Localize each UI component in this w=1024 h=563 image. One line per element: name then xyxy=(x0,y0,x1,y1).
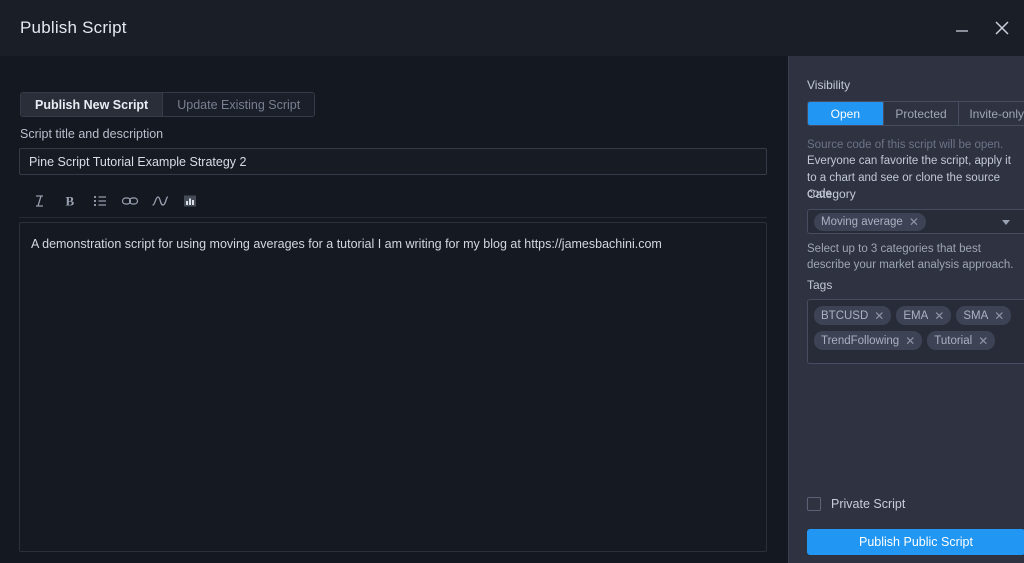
tag-chip-label: SMA xyxy=(963,310,988,322)
tag-chip-label: BTCUSD xyxy=(821,310,868,322)
bold-icon[interactable]: B xyxy=(57,188,83,214)
category-help-text: Select up to 3 categories that best desc… xyxy=(807,241,1019,274)
private-script-row[interactable]: Private Script xyxy=(807,497,905,511)
italic-icon[interactable] xyxy=(27,188,53,214)
page-title: Publish Script xyxy=(20,18,127,38)
link-icon[interactable] xyxy=(117,188,143,214)
tab-publish-new-script[interactable]: Publish New Script xyxy=(21,93,162,116)
visibility-help-dim-line: Source code of this script will be open. xyxy=(807,137,1023,153)
private-script-label: Private Script xyxy=(831,497,905,511)
visibility-option-protected[interactable]: Protected xyxy=(883,102,959,125)
category-label: Category xyxy=(807,187,856,201)
publish-script-dialog: Publish Script Publish New Script Update… xyxy=(0,0,1024,563)
minimize-icon[interactable] xyxy=(948,14,976,42)
chart-icon[interactable] xyxy=(177,188,203,214)
tag-chip-remove-icon[interactable]: ✕ xyxy=(905,335,915,347)
main-content: Publish New Script Update Existing Scrip… xyxy=(0,56,788,563)
script-title-label: Script title and description xyxy=(20,127,163,141)
tag-chip: Tutorial ✕ xyxy=(927,331,995,350)
tag-chip: BTCUSD ✕ xyxy=(814,306,891,325)
trend-line-icon[interactable] xyxy=(147,188,173,214)
tags-label: Tags xyxy=(807,278,832,292)
visibility-option-invite-only[interactable]: Invite-only xyxy=(958,102,1024,125)
category-select[interactable]: Moving average ✕ xyxy=(807,209,1024,234)
visibility-segmented-control: Open Protected Invite-only xyxy=(807,101,1024,126)
tab-bar: Publish New Script Update Existing Scrip… xyxy=(20,92,315,117)
settings-panel: Visibility Open Protected Invite-only So… xyxy=(788,56,1024,563)
script-description-text: A demonstration script for using moving … xyxy=(31,237,662,251)
category-chip-remove-icon[interactable]: ✕ xyxy=(909,216,919,228)
tag-chip-remove-icon[interactable]: ✕ xyxy=(994,310,1004,322)
tag-chip-label: Tutorial xyxy=(934,335,972,347)
category-chip: Moving average ✕ xyxy=(814,213,926,231)
title-bar: Publish Script xyxy=(0,0,1024,56)
tag-chip-label: TrendFollowing xyxy=(821,335,899,347)
chevron-down-icon[interactable] xyxy=(1002,220,1010,225)
private-script-checkbox[interactable] xyxy=(807,497,821,511)
svg-text:B: B xyxy=(66,193,75,208)
bullet-list-icon[interactable] xyxy=(87,188,113,214)
tag-chip: TrendFollowing ✕ xyxy=(814,331,922,350)
visibility-label: Visibility xyxy=(807,78,850,92)
tag-chip-remove-icon[interactable]: ✕ xyxy=(874,310,884,322)
script-description-textarea[interactable]: A demonstration script for using moving … xyxy=(19,222,767,552)
tag-chip: SMA ✕ xyxy=(956,306,1011,325)
tag-chip-remove-icon[interactable]: ✕ xyxy=(934,310,944,322)
close-icon[interactable] xyxy=(988,14,1016,42)
editor-toolbar: B xyxy=(19,184,767,218)
tag-chip-remove-icon[interactable]: ✕ xyxy=(978,335,988,347)
publish-public-script-button[interactable]: Publish Public Script xyxy=(807,529,1024,555)
script-title-input[interactable] xyxy=(19,148,767,175)
category-chip-label: Moving average xyxy=(821,216,903,228)
tag-chip: EMA ✕ xyxy=(896,306,951,325)
visibility-option-open[interactable]: Open xyxy=(808,102,883,125)
tab-update-existing-script[interactable]: Update Existing Script xyxy=(162,93,314,116)
tags-input-box[interactable]: BTCUSD ✕ EMA ✕ SMA ✕ TrendFollowing ✕ Tu… xyxy=(807,299,1024,364)
tag-chip-label: EMA xyxy=(903,310,928,322)
